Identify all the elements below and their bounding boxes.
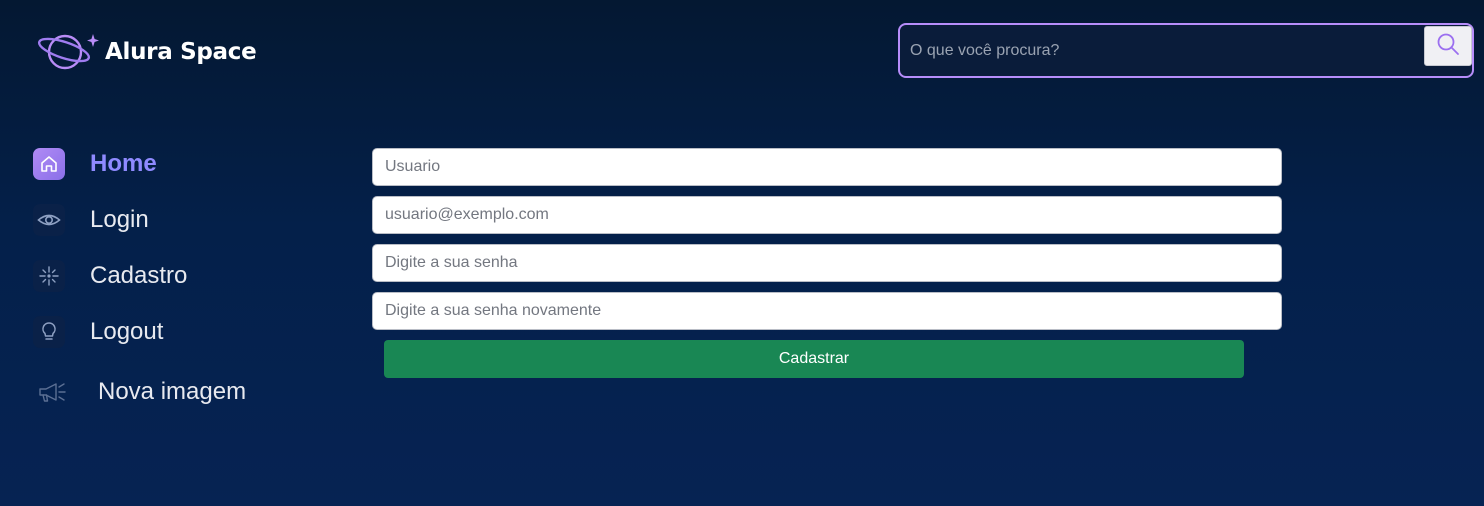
password-field[interactable] (372, 244, 1282, 282)
submit-button[interactable]: Cadastrar (384, 340, 1244, 378)
search-bar (898, 23, 1474, 78)
email-field[interactable] (372, 196, 1282, 234)
home-icon (33, 148, 65, 180)
eye-icon (33, 204, 65, 236)
sidebar-item-label: Nova imagem (98, 378, 247, 405)
logo-text: Alura Space (105, 39, 257, 65)
logo[interactable]: Alura Space (37, 30, 257, 74)
planet-icon (37, 30, 101, 74)
sidebar-item-nova-imagem[interactable]: Nova imagem (33, 376, 246, 408)
password-confirm-field[interactable] (372, 292, 1282, 330)
sidebar-item-home[interactable]: Home (33, 148, 157, 180)
lightbulb-icon (33, 316, 65, 348)
sidebar-item-logout[interactable]: Logout (33, 316, 163, 348)
sidebar-item-label: Home (90, 150, 157, 177)
sidebar-item-label: Logout (90, 318, 164, 345)
sidebar-item-login[interactable]: Login (33, 204, 149, 236)
sidebar-item-label: Cadastro (90, 262, 188, 289)
username-field[interactable] (372, 148, 1282, 186)
search-icon (1436, 32, 1460, 61)
sidebar-item-cadastro[interactable]: Cadastro (33, 260, 187, 292)
megaphone-icon (33, 376, 73, 408)
search-button[interactable] (1424, 26, 1472, 66)
search-input[interactable] (910, 25, 1410, 76)
sparkle-icon (33, 260, 65, 292)
sidebar-item-label: Login (90, 206, 149, 233)
